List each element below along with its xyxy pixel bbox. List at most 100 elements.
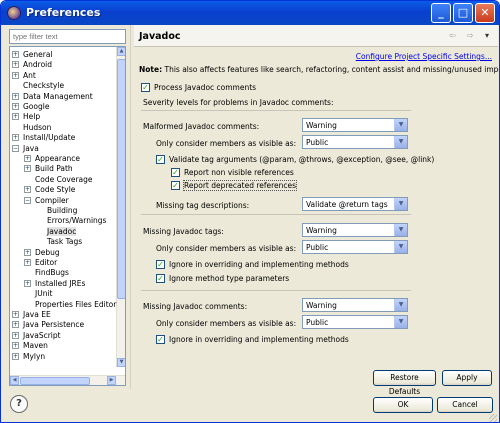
tree-item[interactable]: Building [36,205,77,216]
collapse-icon[interactable]: − [12,144,19,152]
eclipse-icon [7,6,21,20]
restore-defaults-button[interactable]: Restore Defaults [373,370,436,396]
chevron-down-icon: ▼ [394,224,407,236]
scroll-down-arrow[interactable]: ▼ [117,358,125,367]
expand-icon[interactable]: + [12,331,19,339]
tree-item[interactable]: + Data Management [12,91,93,102]
tree-horizontal-scrollbar[interactable]: ◀ ▶ [10,375,125,385]
collapse-icon[interactable]: − [24,196,31,204]
expand-icon[interactable]: + [12,134,19,142]
tree-item[interactable]: Javadoc [36,226,77,237]
tree-item-label: Help [23,112,41,122]
validate-tag-arguments-checkbox[interactable]: ✓ [156,155,165,164]
filter-input[interactable] [9,29,126,44]
tree-item[interactable]: + Mylyn [12,351,45,362]
tree-item[interactable]: − Java [12,143,39,154]
tree-item[interactable]: + Debug [24,247,60,258]
scroll-right-arrow[interactable]: ▶ [107,376,116,385]
tree-item[interactable]: + Install/Update [12,132,75,143]
maximize-button[interactable]: □ [453,3,473,23]
missing-comments-severity-select[interactable]: Warning ▼ [302,298,408,312]
tree-item[interactable]: Task Tags [36,236,82,247]
tree-item[interactable]: + General [12,49,53,60]
tree-item[interactable]: + Google [12,101,49,112]
tree-item[interactable]: Errors/Warnings [36,215,106,226]
tree-item-label: Editor [35,258,58,267]
tree-vertical-scrollbar[interactable]: ▲ ▼ [116,47,125,367]
cancel-button[interactable]: Cancel [437,397,493,413]
tree-item[interactable]: + Installed JREs [24,278,85,289]
tree-item[interactable]: Code Coverage [24,174,93,185]
vertical-scroll-thumb[interactable] [117,59,125,299]
close-button[interactable]: ✕ [475,3,495,23]
apply-button[interactable]: Apply [442,370,492,386]
help-icon[interactable]: ? [10,395,28,413]
tree-item[interactable]: JUnit [24,288,52,299]
expand-icon[interactable]: + [12,51,19,58]
expand-icon[interactable]: + [12,342,19,350]
report-deprecated-checkbox[interactable]: ✓ [171,181,180,190]
missing-comments-visibility-select[interactable]: Public ▼ [302,315,408,329]
expand-icon[interactable]: + [24,165,31,173]
expand-icon[interactable]: + [12,321,19,329]
tree-item[interactable]: Hudson [12,122,51,133]
tree-item[interactable]: + Maven [12,340,48,351]
malformed-visibility-select[interactable]: Public ▼ [302,135,408,149]
tree-item-label: Checkstyle [23,81,65,91]
expand-icon[interactable]: + [12,352,19,360]
scroll-left-arrow[interactable]: ◀ [10,376,19,385]
tree-item[interactable]: + Code Style [24,184,75,195]
expand-icon[interactable]: + [24,259,31,266]
expand-icon[interactable]: + [12,92,19,100]
horizontal-scroll-thumb[interactable] [20,377,90,385]
tree-item[interactable]: + Android [12,59,52,70]
report-non-visible-checkbox[interactable]: ✓ [171,168,180,177]
title-bar[interactable]: Preferences _ □ ✕ [1,1,499,25]
pane-splitter[interactable] [130,25,133,389]
chevron-down-icon: ▼ [394,119,407,131]
expand-icon[interactable]: + [24,248,31,256]
scroll-up-arrow[interactable]: ▲ [117,47,125,56]
tree-item[interactable]: − Compiler [24,195,69,206]
tree-item-label: Code Style [35,185,76,195]
tree-item[interactable]: + Appearance [24,153,80,164]
ignore-overriding-tags-checkbox[interactable]: ✓ [156,260,165,269]
missing-tag-descriptions-select[interactable]: Validate @return tags ▼ [302,197,408,211]
configure-project-link[interactable]: Configure Project Specific Settings... [356,52,492,61]
missing-tags-visibility-select[interactable]: Public ▼ [302,240,408,254]
tree-item[interactable]: + JavaScript [12,330,61,341]
minimize-button[interactable]: _ [431,3,451,23]
tree-item[interactable]: FindBugs [24,267,69,278]
tree-item-label: Code Coverage [35,174,93,184]
expand-icon[interactable]: + [12,71,19,79]
tree-item[interactable]: + Help [12,111,40,122]
tree-item-label: Data Management [23,91,93,101]
tree-item[interactable]: Checkstyle [12,80,64,91]
expand-icon[interactable]: + [12,61,19,69]
view-menu-icon[interactable]: ▾ [485,31,489,40]
back-arrow-icon[interactable]: ⇦ [449,31,456,40]
tree-item-label: Installed JREs [35,278,86,288]
tree-item[interactable]: + Java EE [12,309,51,320]
missing-tags-label: Missing Javadoc tags: [143,227,224,236]
tree-item[interactable]: + Build Path [24,163,73,174]
expand-icon[interactable]: + [12,103,19,110]
tree-item[interactable]: + Ant [12,70,36,81]
malformed-visibility-value: Public [306,138,329,147]
tree-item[interactable]: Properties Files Editor [24,299,116,310]
expand-icon[interactable]: + [12,311,19,318]
ok-button[interactable]: OK [373,397,433,413]
ignore-overriding-comments-checkbox[interactable]: ✓ [156,335,165,344]
resize-grip[interactable] [489,414,497,422]
tree-item[interactable]: + Java Persistence [12,319,84,330]
expand-icon[interactable]: + [24,279,31,287]
missing-tags-severity-select[interactable]: Warning ▼ [302,223,408,237]
ignore-method-type-checkbox[interactable]: ✓ [156,274,165,283]
expand-icon[interactable]: + [24,155,31,162]
process-javadoc-checkbox[interactable]: ✓ [141,83,150,92]
tree-item[interactable]: + Editor [24,257,57,268]
malformed-severity-select[interactable]: Warning ▼ [302,118,408,132]
expand-icon[interactable]: + [24,186,31,194]
forward-arrow-icon[interactable]: ⇨ [467,31,474,40]
expand-icon[interactable]: + [12,113,19,121]
